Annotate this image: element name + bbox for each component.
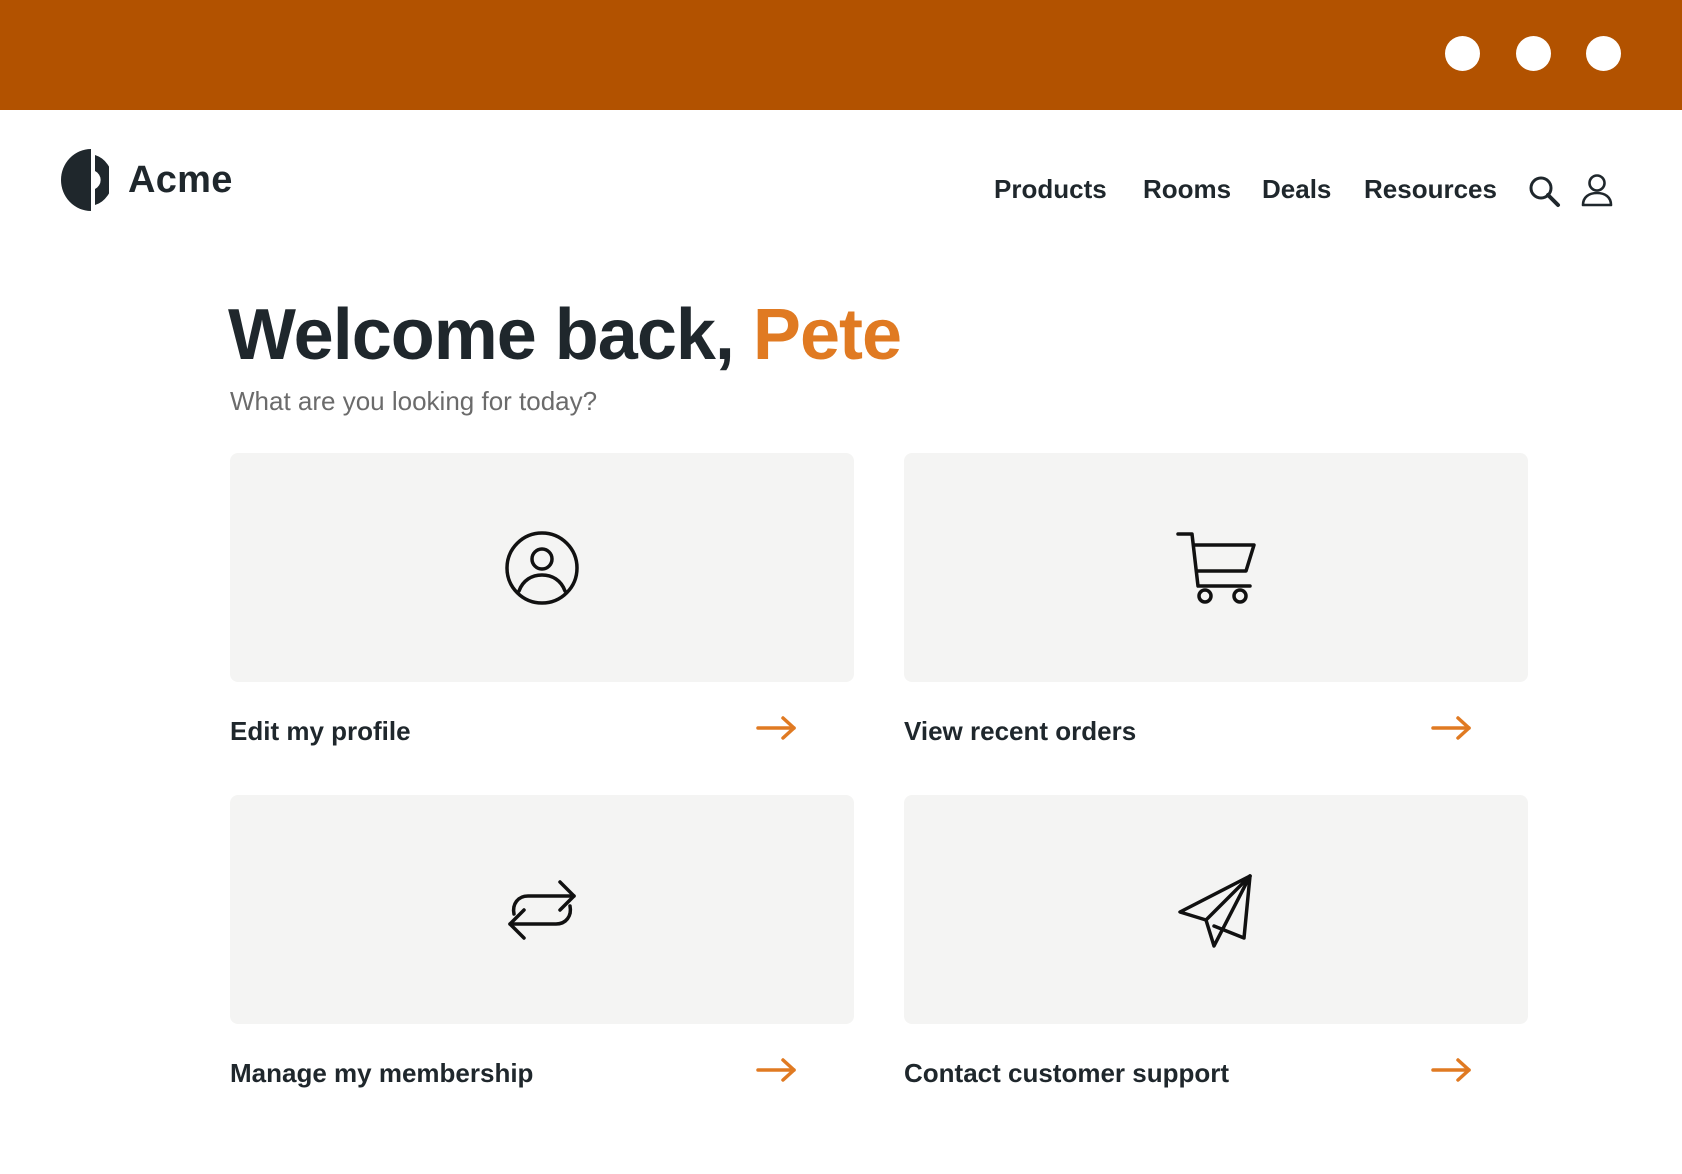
contact-support-label[interactable]: Contact customer support <box>904 1058 1229 1089</box>
arrow-right-icon[interactable] <box>1431 1056 1473 1084</box>
view-orders-label[interactable]: View recent orders <box>904 716 1136 747</box>
repeat-icon <box>508 879 576 940</box>
welcome-greeting: Welcome back, <box>228 295 735 375</box>
nav-link-deals[interactable]: Deals <box>1262 174 1331 205</box>
contact-support-card[interactable] <box>904 795 1528 1024</box>
main-nav: Products Rooms Deals Resources <box>0 168 1682 208</box>
user-icon[interactable] <box>1579 172 1615 208</box>
window-dot-2[interactable] <box>1516 36 1551 71</box>
view-orders-card[interactable] <box>904 453 1528 682</box>
nav-link-resources[interactable]: Resources <box>1364 174 1497 205</box>
search-icon[interactable] <box>1527 174 1563 210</box>
arrow-right-icon[interactable] <box>756 1056 798 1084</box>
shopping-cart-icon <box>1176 531 1256 604</box>
user-circle-icon <box>505 530 579 605</box>
nav-link-products[interactable]: Products <box>994 174 1107 205</box>
window-dot-1[interactable] <box>1445 36 1480 71</box>
paper-plane-icon <box>1178 873 1252 948</box>
window-dot-3[interactable] <box>1586 36 1621 71</box>
edit-profile-card[interactable] <box>230 453 854 682</box>
page-title: Welcome back, Pete <box>228 294 902 376</box>
page-subtitle: What are you looking for today? <box>230 386 598 416</box>
arrow-right-icon[interactable] <box>756 714 798 742</box>
arrow-right-icon[interactable] <box>1431 714 1473 742</box>
edit-profile-label[interactable]: Edit my profile <box>230 716 411 747</box>
manage-membership-card[interactable] <box>230 795 854 1024</box>
top-bar <box>0 0 1682 110</box>
nav-link-rooms[interactable]: Rooms <box>1143 174 1231 205</box>
manage-membership-label[interactable]: Manage my membership <box>230 1058 533 1089</box>
user-name: Pete <box>752 295 902 375</box>
